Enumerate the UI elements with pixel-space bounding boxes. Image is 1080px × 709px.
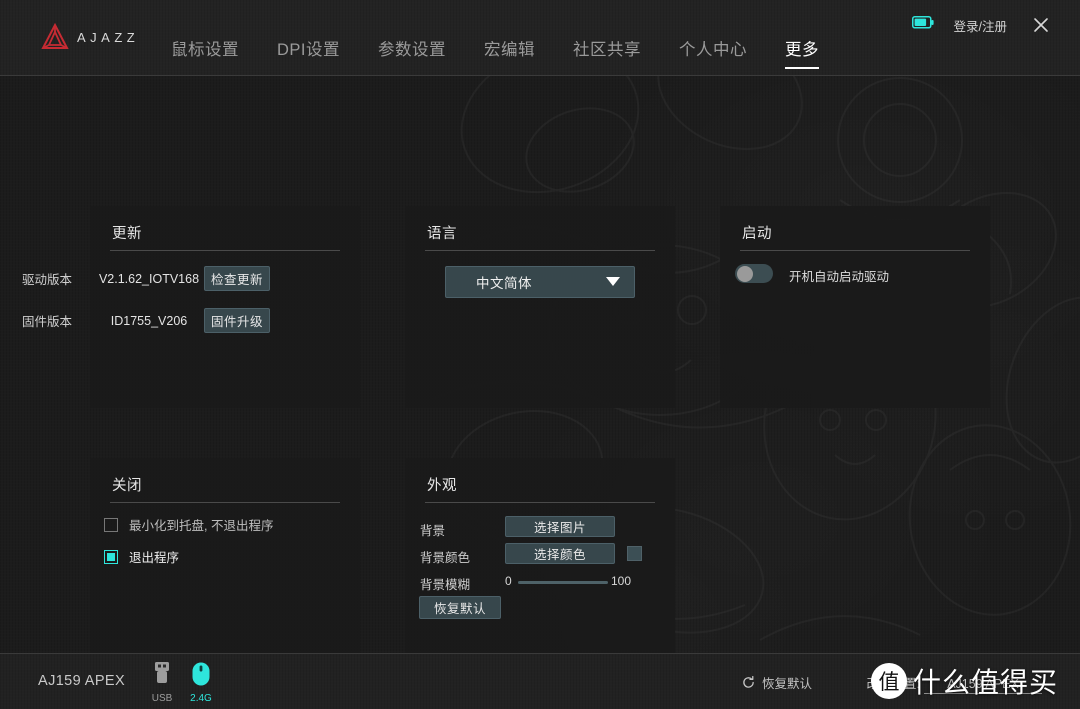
nav-item-dpi-settings[interactable]: DPI设置 [258,36,359,75]
chevron-down-icon [606,273,620,291]
connection-usb[interactable]: USB [146,661,178,704]
background-color-label: 背景颜色 [420,551,471,565]
mouse-icon [192,662,210,686]
profile-selector: 改键配置: AJ159 APEX [867,673,1042,694]
connection-24g-label: 2.4G [190,693,212,704]
divider [740,250,970,251]
exit-program-option[interactable]: 退出程序 [104,547,179,566]
close-icon[interactable] [1028,12,1054,38]
language-select[interactable]: 中文简体 [445,266,635,298]
toggle-knob [736,265,753,282]
divider [110,250,340,251]
language-selected-value: 中文简体 [476,276,532,291]
restore-default-button[interactable]: 恢复默认 [742,673,812,692]
background-blur-label: 背景模糊 [420,578,471,592]
brand-logo-text: AJAZZ [77,29,140,45]
divider [425,250,655,251]
nav-item-community-share[interactable]: 社区共享 [554,36,660,75]
firmware-version-value: ID1755_V206 [110,313,188,328]
firmware-version-label: 固件版本 [22,315,73,329]
nav-item-more[interactable]: 更多 [766,36,838,75]
nav-item-parameter-settings[interactable]: 参数设置 [359,36,465,75]
check-update-button[interactable]: 检查更新 [204,266,270,291]
ajazz-triangle-logo-icon [41,22,69,49]
minimize-to-tray-label: 最小化到托盘, 不退出程序 [129,519,274,533]
divider [110,502,340,503]
device-name: AJ159 APEX [38,673,126,689]
panel-close-title: 关闭 [112,478,142,494]
autostart-toggle-label: 开机自动启动驱动 [789,270,890,284]
firmware-version-row: 固件版本 ID1755_V206 固件升级 [22,308,270,333]
panel-startup-title: 启动 [742,226,772,242]
choose-color-button[interactable]: 选择颜色 [505,543,615,564]
background-color-swatch[interactable] [627,546,642,561]
panel-update-title: 更新 [112,226,142,242]
panel-startup: 启动 [720,206,990,408]
checkbox-checked[interactable] [104,549,118,564]
connection-usb-label: USB [151,693,173,704]
minimize-to-tray-option[interactable]: 最小化到托盘, 不退出程序 [104,515,273,534]
profile-label: 改键配置: [866,677,920,691]
main-nav: 鼠标设置 DPI设置 参数设置 宏编辑 社区共享 个人中心 更多 [152,36,838,75]
driver-version-label: 驱动版本 [22,273,73,287]
profile-value[interactable]: AJ159 APEX [924,677,1042,694]
autostart-toggle[interactable] [735,264,773,283]
blur-slider-max-label: 100 [611,574,632,588]
firmware-upgrade-button[interactable]: 固件升级 [204,308,270,333]
exit-program-label: 退出程序 [129,551,180,565]
connection-24g[interactable]: 2.4G [185,661,217,704]
restore-default-label: 恢复默认 [761,677,812,691]
battery-icon [912,16,934,34]
panel-update: 更新 [90,206,360,408]
nav-item-macro-editor[interactable]: 宏编辑 [465,36,554,75]
blur-slider-min-label: 0 [505,574,512,588]
app-window: AJAZZ 鼠标设置 DPI设置 参数设置 宏编辑 社区共享 个人中心 更多 登… [0,0,1080,709]
checkbox-unchecked[interactable] [104,517,118,532]
choose-image-button[interactable]: 选择图片 [505,516,615,537]
app-header: AJAZZ 鼠标设置 DPI设置 参数设置 宏编辑 社区共享 个人中心 更多 登… [0,0,1080,76]
usb-icon [155,662,169,683]
blur-slider[interactable] [518,581,608,584]
app-footer: AJ159 APEX USB 2.4G 恢复默认 改键配置: AJ159 APE… [0,653,1080,709]
nav-item-mouse-settings[interactable]: 鼠标设置 [152,36,258,75]
driver-version-value: V2.1.62_IOTV168 [98,271,200,286]
background-label: 背景 [420,524,446,538]
divider [425,502,655,503]
refresh-icon [743,676,754,688]
driver-version-row: 驱动版本 V2.1.62_IOTV168 检查更新 [22,266,270,291]
brand-logo: AJAZZ [40,22,139,52]
panel-appearance-title: 外观 [427,478,457,494]
panel-language: 语言 [405,206,675,408]
panel-language-title: 语言 [427,226,457,242]
login-register-button[interactable]: 登录/注册 [954,16,1007,35]
main-content: 更新 驱动版本 V2.1.62_IOTV168 检查更新 固件版本 ID1755… [0,76,1080,658]
appearance-reset-button[interactable]: 恢复默认 [419,596,501,619]
nav-item-personal-center[interactable]: 个人中心 [660,36,766,75]
